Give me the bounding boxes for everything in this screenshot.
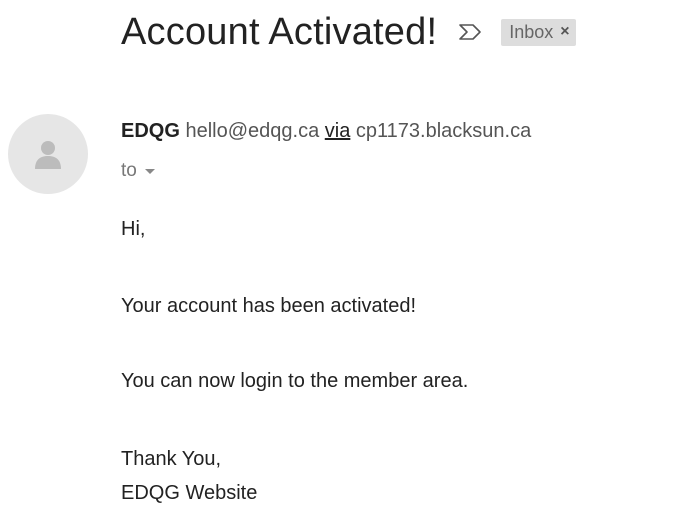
body-greeting: Hi,	[121, 218, 146, 240]
inbox-label-text: Inbox	[509, 21, 554, 42]
body-closing: Thank You,	[121, 448, 222, 470]
importance-marker-icon[interactable]	[457, 20, 483, 44]
email-subject: Account Activated!	[121, 10, 438, 53]
caret-down-icon[interactable]	[144, 168, 155, 174]
to-label: to	[121, 160, 137, 181]
sender-name[interactable]: EDQG	[121, 120, 180, 142]
sender-avatar[interactable]	[8, 114, 88, 194]
inbox-label-chip[interactable]: Inbox ×	[501, 18, 576, 46]
sender-line: EDQG hello@edqg.ca via cp1173.blacksun.c…	[121, 120, 531, 143]
body-signature: EDQG Website	[121, 482, 258, 504]
recipient-details-toggle[interactable]: to	[121, 160, 155, 182]
subject-row: Account Activated! Inbox ×	[121, 8, 576, 56]
sender-email[interactable]: hello@edqg.ca	[185, 120, 319, 142]
via-host: cp1173.blacksun.ca	[355, 120, 532, 142]
via-link[interactable]: via	[325, 120, 351, 142]
person-silhouette-icon	[35, 141, 61, 169]
body-line-activated: Your account has been activated!	[121, 295, 417, 317]
body-line-login: You can now login to the member area.	[121, 370, 469, 392]
remove-label-icon[interactable]: ×	[560, 23, 569, 41]
